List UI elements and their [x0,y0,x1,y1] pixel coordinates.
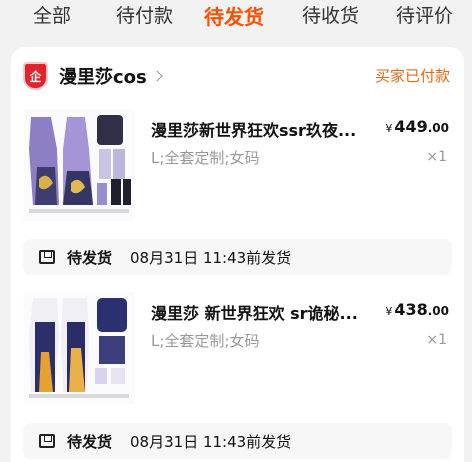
shipping-bar[interactable]: 待发货 08月31日 11:43前发货 [23,239,452,275]
shipping-status: 待发货 [67,432,113,451]
tab-pending-review[interactable]: 待评价 [396,1,453,28]
order-tabs: 全部 待付款 待发货 待收货 待评价 [0,0,472,32]
tab-pending-payment[interactable]: 待付款 [116,1,173,28]
product-image[interactable] [23,292,135,404]
product-image[interactable] [23,109,135,221]
order-card[interactable]: 企 漫里莎cos 买家已付款 漫里莎新世界狂欢ssr玖夜... ¥ 449.00… [11,47,464,462]
order-status: 买家已付款 [374,67,450,85]
product-quantity: ×1 [426,149,447,165]
order-item[interactable]: 漫里莎新世界狂欢ssr玖夜... ¥449.00 L;全套定制;女码 ×1 [23,109,453,229]
product-title[interactable]: 漫里莎新世界狂欢ssr玖夜... [151,117,371,141]
product-title[interactable]: 漫里莎 新世界狂欢 sr诡秘... [151,300,371,324]
chevron-right-icon [151,70,163,82]
shop-name[interactable]: 漫里莎cos [59,63,147,89]
product-quantity: ×1 [426,332,447,348]
shop-logo: 企 [23,62,48,90]
tab-pending-receipt[interactable]: 待收货 [302,1,359,28]
shipping-deadline: 08月31日 11:43前发货 [130,432,292,451]
shop-header[interactable]: 企 漫里莎cos [23,61,163,91]
shipping-bar[interactable]: 待发货 08月31日 11:43前发货 [23,423,452,459]
tab-all[interactable]: 全部 [33,1,71,28]
product-spec: L;全套定制;女码 [151,332,260,350]
shipping-deadline: 08月31日 11:43前发货 [130,248,292,267]
tab-pending-shipment[interactable]: 待发货 [204,1,264,30]
product-price: ¥438.00 [385,300,449,319]
product-spec: L;全套定制;女码 [151,149,260,167]
package-icon [39,434,55,448]
shipping-status: 待发货 [67,248,113,267]
package-icon [39,250,55,264]
product-price: ¥449.00 [385,117,449,136]
order-item[interactable]: 漫里莎 新世界狂欢 sr诡秘... ¥438.00 L;全套定制;女码 ×1 [23,292,453,412]
